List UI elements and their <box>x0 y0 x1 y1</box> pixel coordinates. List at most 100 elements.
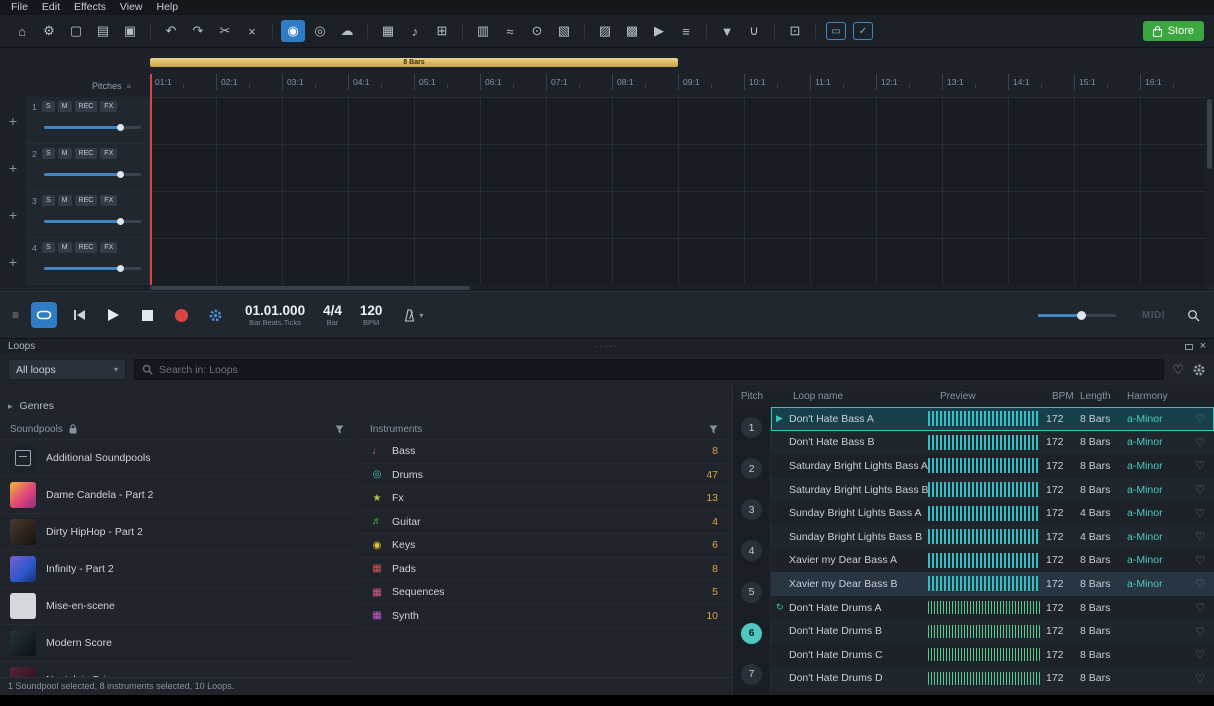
loop-row[interactable]: Don't Hate Drums C 172 8 Bars ♡ <box>771 643 1214 667</box>
soundpool-item[interactable]: Additional Soundpools <box>0 440 356 477</box>
favorite-icon[interactable]: ♡ <box>1189 577 1211 590</box>
loop-row[interactable]: Don't Hate Drums D 172 8 Bars ♡ <box>771 667 1214 691</box>
slider-knob[interactable] <box>1077 311 1086 320</box>
loop-row[interactable]: ↻ Don't Hate Drums A 172 8 Bars ♡ <box>771 596 1214 620</box>
fx-button[interactable]: FX <box>100 101 117 112</box>
settings-icon[interactable]: ⚙ <box>37 20 61 42</box>
loop-row[interactable]: Xavier my Dear Bass B 172 8 Bars a-Minor… <box>771 572 1214 596</box>
instrument-item[interactable]: ♩ Bass 8 <box>360 440 730 464</box>
zoom-button[interactable] <box>1187 309 1200 322</box>
solo-button[interactable]: S <box>42 101 55 112</box>
timeline-ruler[interactable]: 01:102:103:104:105:106:107:108:109:110:1… <box>150 74 1205 90</box>
track-volume-slider[interactable] <box>44 173 141 176</box>
templates-grid-icon[interactable]: ⊞ <box>430 20 454 42</box>
favorite-icon[interactable]: ♡ <box>1189 672 1211 685</box>
loop-range-bar[interactable]: 8 Bars <box>150 58 678 67</box>
pitch-button[interactable]: 4 <box>741 540 762 561</box>
notes-icon[interactable]: ▧ <box>552 20 576 42</box>
cloud-icon[interactable]: ☁ <box>335 20 359 42</box>
screen-icon[interactable]: ▩ <box>620 20 644 42</box>
pitches-options-icon[interactable]: ≡ <box>127 82 132 91</box>
track-volume-slider[interactable] <box>44 220 141 223</box>
close-panel-icon[interactable]: × <box>1200 339 1206 354</box>
mute-button[interactable]: M <box>58 195 72 206</box>
add-track-button[interactable]: + <box>0 144 26 191</box>
record-arm-button[interactable]: REC <box>75 148 98 159</box>
loop-row[interactable]: Don't Hate Bass B 172 8 Bars a-Minor ♡ <box>771 431 1214 455</box>
chevron-down-icon[interactable]: ▾ <box>419 311 423 320</box>
arrangement-options-icon[interactable]: ≡ <box>12 308 19 322</box>
delete-icon[interactable]: × <box>240 20 264 42</box>
record-arm-button[interactable]: REC <box>75 242 98 253</box>
menu-item[interactable]: File <box>4 0 35 15</box>
metronome-button[interactable]: ▾ <box>404 309 423 322</box>
favorite-icon[interactable]: ♡ <box>1189 412 1211 425</box>
favorite-icon[interactable]: ♡ <box>1189 648 1211 661</box>
slider-knob[interactable] <box>117 171 124 178</box>
add-track-button[interactable]: + <box>0 191 26 238</box>
instrument-item[interactable]: ▦ Pads 8 <box>360 558 730 582</box>
soundpools-filter-icon[interactable] <box>335 425 344 434</box>
pitch-button[interactable]: 3 <box>741 499 762 520</box>
pitch-button[interactable]: 6 <box>741 623 762 644</box>
loop-filter-dropdown[interactable]: All loops ▾ <box>8 359 126 380</box>
fx-button[interactable]: FX <box>100 195 117 206</box>
float-panel-icon[interactable] <box>1185 344 1193 350</box>
levels-icon[interactable]: ≈ <box>498 20 522 42</box>
instrument-item[interactable]: ★ Fx 13 <box>360 487 730 511</box>
loop-row[interactable]: Xavier my Dear Bass A 172 8 Bars a-Minor… <box>771 549 1214 573</box>
transport-settings-button[interactable] <box>203 302 227 328</box>
arranger-vertical-scrollbar[interactable] <box>1205 97 1214 285</box>
add-track-button[interactable]: + <box>0 238 26 285</box>
instrument-item[interactable]: ◎ Drums 47 <box>360 464 730 488</box>
mute-button[interactable]: M <box>58 148 72 159</box>
mastering-icon[interactable]: ⊙ <box>525 20 549 42</box>
record-arm-button[interactable]: REC <box>75 195 98 206</box>
music-note-icon[interactable]: ♪ <box>403 20 427 42</box>
loop-row[interactable]: Don't Hate Drums B 172 8 Bars ♡ <box>771 619 1214 643</box>
playlist-icon[interactable]: ≡ <box>674 20 698 42</box>
scrollbar-thumb[interactable] <box>150 286 470 290</box>
open-project-icon[interactable]: ▤ <box>91 20 115 42</box>
solo-button[interactable]: S <box>42 242 55 253</box>
loop-row[interactable]: Sunday Bright Lights Bass A 172 4 Bars a… <box>771 501 1214 525</box>
menu-item[interactable]: Edit <box>35 0 67 15</box>
home-icon[interactable]: ⌂ <box>10 20 34 42</box>
save-icon[interactable]: ▣ <box>118 20 142 42</box>
arranger-grid[interactable] <box>150 97 1205 285</box>
menu-item[interactable]: View <box>113 0 150 15</box>
slider-knob[interactable] <box>117 124 124 131</box>
image-icon[interactable]: ▨ <box>593 20 617 42</box>
record-preview-icon[interactable]: ◎ <box>308 20 332 42</box>
pitch-button[interactable]: 5 <box>741 582 762 603</box>
video-icon[interactable]: ▶ <box>647 20 671 42</box>
instrument-item[interactable]: ◉ Keys 6 <box>360 534 730 558</box>
fx-button[interactable]: FX <box>100 242 117 253</box>
loop-row[interactable]: Saturday Bright Lights Bass A 172 8 Bars… <box>771 454 1214 478</box>
instruments-filter-icon[interactable] <box>709 425 718 434</box>
favorite-icon[interactable]: ♡ <box>1189 601 1211 614</box>
favorites-filter-icon[interactable]: ♡ <box>1172 362 1184 378</box>
slider-knob[interactable] <box>117 218 124 225</box>
soundpool-grid-icon[interactable]: ▦ <box>376 20 400 42</box>
mute-button[interactable]: M <box>58 242 72 253</box>
mute-button[interactable]: M <box>58 101 72 112</box>
master-volume-slider[interactable] <box>1038 314 1116 317</box>
stop-button[interactable] <box>135 302 159 328</box>
playhead[interactable] <box>150 74 152 285</box>
favorite-icon[interactable]: ♡ <box>1189 554 1211 567</box>
soundpool-item[interactable]: Nostalgia Drive <box>0 662 356 677</box>
record-arm-button[interactable]: REC <box>75 101 98 112</box>
favorite-icon[interactable]: ♡ <box>1189 530 1211 543</box>
loop-row[interactable]: ▶ Don't Hate Bass A 172 8 Bars a-Minor ♡ <box>771 407 1214 431</box>
soundpool-item[interactable]: Modern Score <box>0 625 356 662</box>
cut-icon[interactable]: ✂ <box>213 20 237 42</box>
menu-item[interactable]: Help <box>150 0 186 15</box>
record-button[interactable] <box>169 302 193 328</box>
search-box[interactable] <box>134 359 1164 380</box>
soundpool-item[interactable]: Dame Candela - Part 2 <box>0 477 356 514</box>
loop-row[interactable]: Saturday Bright Lights Bass B 172 8 Bars… <box>771 478 1214 502</box>
soundpool-item[interactable]: Infinity - Part 2 <box>0 551 356 588</box>
favorite-icon[interactable]: ♡ <box>1189 436 1211 449</box>
store-button[interactable]: Store <box>1143 21 1204 41</box>
